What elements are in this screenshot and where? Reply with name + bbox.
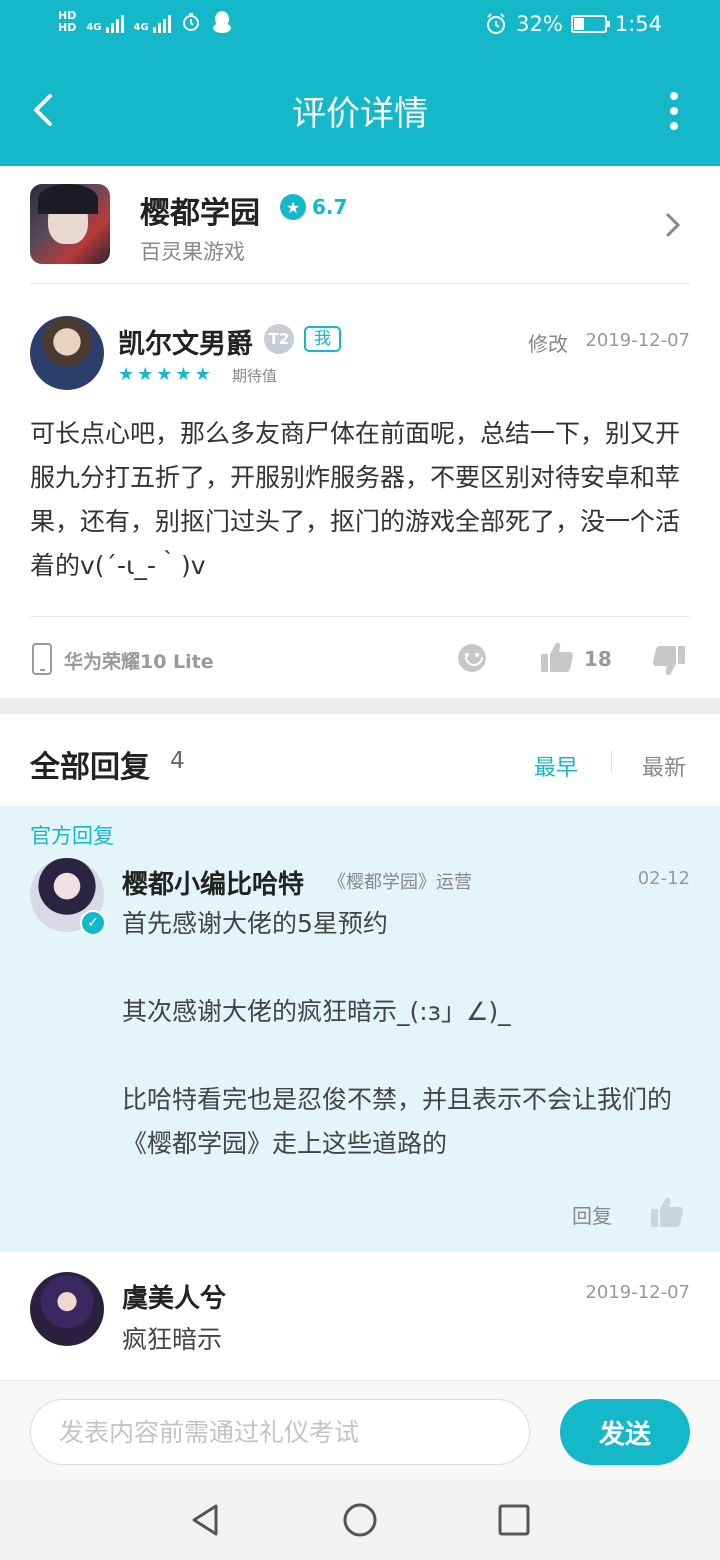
score-star-icon: ★ [280, 194, 306, 220]
signal-icon-2: 4G [134, 11, 171, 33]
star-icon: ★ [137, 364, 154, 385]
emoji-icon[interactable] [458, 644, 486, 672]
star-icon: ★ [175, 364, 192, 385]
game-card[interactable]: 樱都学园 ★ 6.7 百灵果游戏 [30, 166, 690, 284]
reply-avatar[interactable] [30, 1272, 104, 1346]
rating-stars: ★ ★ ★ ★ ★ [118, 364, 211, 385]
system-nav-bar [0, 1480, 720, 1560]
star-icon: ★ [194, 364, 211, 385]
reviewer-name[interactable]: 凯尔文男爵 [118, 322, 253, 361]
review-text: 可长点心吧，那么多友商尸体在前面呢，总结一下，别又开服九分打五折了，开服别炸服务… [30, 419, 681, 580]
chevron-right-icon [666, 213, 681, 237]
timer-icon [182, 13, 199, 31]
comment-composer: 发送 [0, 1380, 720, 1480]
official-role: 《樱都学园》运营 [328, 872, 472, 893]
game-icon [30, 184, 110, 264]
sort-earliest-tab[interactable]: 最早 [534, 750, 578, 782]
game-developer: 百灵果游戏 [140, 240, 245, 264]
network-type-1: 4G [86, 22, 102, 33]
review-card: 凯尔文男爵 T2 我 修改 2019-12-07 ★ ★ ★ ★ ★ 期待值 可长点心吧… [30, 284, 690, 698]
thumbs-up-icon[interactable] [540, 641, 574, 673]
reply-button[interactable]: 回复 [572, 1200, 612, 1229]
battery-percent: 32% [516, 12, 563, 36]
device-name: 华为荣耀10 Lite [64, 651, 214, 673]
send-button[interactable]: 发送 [560, 1399, 690, 1465]
qq-icon [212, 11, 231, 33]
reviewer-avatar[interactable] [30, 316, 104, 390]
more-options-icon[interactable] [668, 92, 680, 130]
score-value: 6.7 [312, 195, 348, 219]
review-footer: 华为荣耀10 Lite 18 [30, 616, 690, 698]
official-reply-label: 官方回复 [30, 824, 114, 848]
verified-icon: ✓ [80, 910, 106, 936]
star-icon: ★ [118, 364, 135, 385]
sort-separator [611, 750, 612, 772]
status-right: 32% 1:54 [484, 12, 662, 36]
page-header: 评价详情 [0, 56, 720, 166]
official-reply: 官方回复 ✓ 樱都小编比哈特 《樱都学园》运营 02-12 首先感谢大佬的5星预… [0, 806, 720, 1252]
edit-link[interactable]: 修改 [528, 328, 568, 357]
reply-author[interactable]: 虞美人兮 [122, 1278, 226, 1315]
replies-count: 4 [170, 748, 185, 774]
level-badge: T2 [264, 324, 294, 354]
like-count: 18 [584, 647, 612, 671]
hd-label-2: HD [58, 21, 77, 34]
clock: 1:54 [614, 12, 662, 36]
thumbs-down-icon[interactable] [652, 645, 686, 677]
battery-icon [570, 15, 610, 33]
game-name: 樱都学园 [140, 196, 260, 231]
sort-newest-tab[interactable]: 最新 [642, 750, 686, 782]
me-tag: 我 [304, 326, 341, 352]
signal-icon-1: 4G [86, 11, 124, 33]
phone-icon [32, 643, 52, 675]
reply-text: 疯狂暗示 [122, 1325, 223, 1354]
section-divider [0, 698, 720, 714]
official-author[interactable]: 樱都小编比哈特 [122, 864, 304, 901]
replies-header: 全部回复 4 最早 最新 [0, 714, 720, 806]
game-score: ★ 6.7 [280, 194, 347, 220]
official-text: 首先感谢大佬的5星预约 其次感谢大佬的疯狂暗示_(:з」∠)_ 比哈特看完也是忍… [122, 909, 673, 1158]
official-thumbs-up-icon[interactable] [650, 1196, 684, 1228]
hd-indicator: HD HD [58, 10, 76, 34]
page-title: 评价详情 [292, 94, 428, 134]
alarm-icon [487, 13, 506, 34]
app-top-bar: HD HD 4G 4G 32% 1:54 评价详情 [0, 0, 720, 166]
nav-recent-icon[interactable] [496, 1502, 532, 1538]
reply-item: 虞美人兮 2019-12-07 疯狂暗示 [0, 1252, 720, 1380]
official-date: 02-12 [637, 868, 690, 889]
star-icon: ★ [156, 364, 173, 385]
nav-home-icon[interactable] [342, 1502, 378, 1538]
review-date: 2019-12-07 [585, 330, 690, 351]
comment-input[interactable] [30, 1399, 530, 1465]
rating-label: 期待值 [232, 367, 278, 385]
status-left: HD HD 4G 4G [58, 10, 233, 34]
nav-back-icon[interactable] [188, 1502, 224, 1538]
status-bar: HD HD 4G 4G 32% 1:54 [0, 0, 720, 56]
reply-date: 2019-12-07 [585, 1282, 690, 1303]
network-type-2: 4G [133, 22, 149, 33]
replies-title: 全部回复 [30, 750, 150, 785]
